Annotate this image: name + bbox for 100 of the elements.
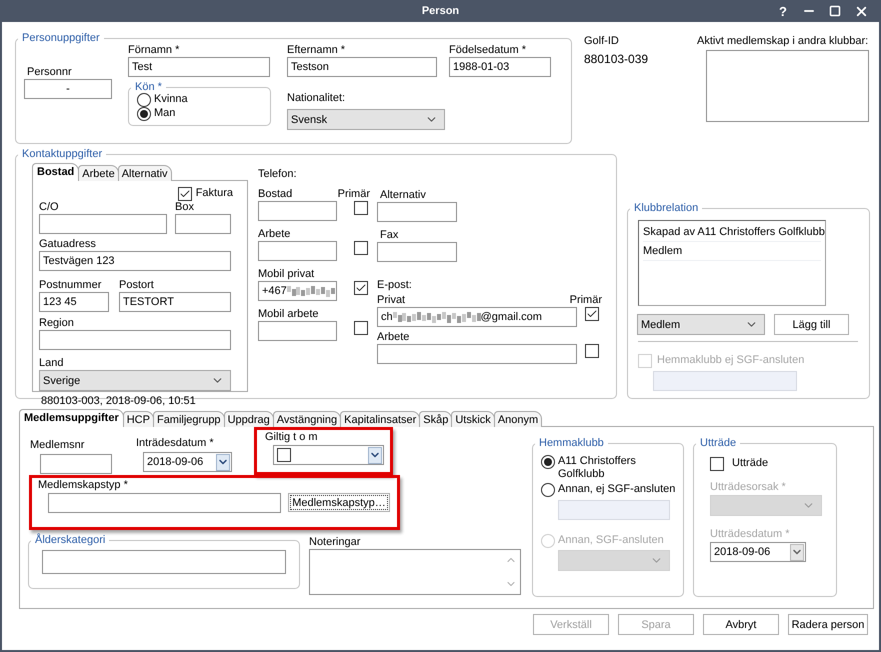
- add-button[interactable]: Lägg till: [774, 314, 849, 335]
- field-label: Bostad: [258, 188, 292, 201]
- field-label: Utträdesorsak *: [710, 481, 786, 494]
- column-label: Primär: [570, 294, 602, 307]
- tab[interactable]: Utskick: [451, 411, 495, 427]
- checkbox[interactable]: [585, 307, 599, 321]
- text-field[interactable]: [40, 454, 112, 474]
- section-label: E-post:: [377, 279, 412, 292]
- text-field[interactable]: [258, 201, 337, 221]
- check-icon: [355, 282, 367, 294]
- option-label: Man: [154, 107, 176, 120]
- text-field[interactable]: [42, 550, 286, 574]
- radio-button[interactable]: [137, 107, 151, 121]
- section-label: Telefon:: [258, 168, 297, 181]
- text-field[interactable]: Testson: [287, 57, 437, 77]
- golf-id-value: 880103-039: [584, 52, 648, 66]
- text-field[interactable]: +467: [258, 281, 337, 301]
- field-label: Postnummer: [39, 279, 102, 292]
- checkbox[interactable]: [585, 344, 599, 358]
- tab[interactable]: Arbete: [78, 165, 119, 181]
- field-label: Privat: [377, 294, 406, 307]
- field-label: Aktivt medlemskap i andra klubbar:: [697, 35, 868, 48]
- text-field[interactable]: 1988-01-03: [449, 57, 551, 77]
- text-field[interactable]: ch @gmail.com: [377, 307, 577, 327]
- tab[interactable]: Uppdrag: [224, 411, 274, 427]
- tab[interactable]: Skåp: [419, 411, 452, 427]
- text-field[interactable]: [377, 242, 457, 262]
- field-label: Inträdesdatum *: [136, 437, 214, 450]
- dialog-button[interactable]: Radera person: [788, 614, 868, 635]
- radio-button[interactable]: [541, 455, 555, 469]
- text-field[interactable]: -: [24, 79, 112, 99]
- radio-button[interactable]: [541, 483, 555, 497]
- text-field[interactable]: [258, 241, 337, 261]
- notes-field[interactable]: [309, 549, 521, 595]
- text-field[interactable]: Test: [128, 57, 270, 77]
- field-label: Efternamn *: [287, 44, 346, 57]
- checkbox[interactable]: [354, 241, 368, 255]
- text-field[interactable]: [377, 202, 457, 222]
- tab[interactable]: Anonym: [494, 411, 542, 427]
- membership-type-button[interactable]: Medlemskapstyp…: [288, 493, 390, 512]
- checkbox[interactable]: [354, 281, 368, 295]
- field-label: Fax: [380, 229, 398, 242]
- tab[interactable]: Kapitalinsatser: [340, 411, 420, 427]
- checkbox[interactable]: [710, 457, 724, 471]
- check-icon: [178, 188, 191, 200]
- dropdown[interactable]: Sverige: [39, 370, 231, 391]
- check-icon: [586, 308, 598, 320]
- text-field[interactable]: [258, 321, 337, 341]
- text-field[interactable]: 123 45: [39, 292, 109, 312]
- field-label: Alternativ: [380, 189, 426, 202]
- tab[interactable]: Bostad: [32, 163, 80, 181]
- dropdown[interactable]: Svensk: [287, 109, 445, 130]
- text-field[interactable]: [48, 493, 281, 513]
- text-field[interactable]: Testvägen 123: [39, 251, 231, 271]
- text-field[interactable]: [39, 214, 167, 234]
- date-picker[interactable]: 2018-09-06: [143, 452, 232, 472]
- tab[interactable]: HCP: [122, 411, 154, 427]
- help-button[interactable]: ?: [775, 3, 791, 19]
- list-box[interactable]: Skapad av A11 Christoffers Golfklubb Medlem: [638, 220, 826, 306]
- field-label: Giltig t o m: [265, 431, 318, 444]
- list-item[interactable]: Medlem: [643, 242, 821, 261]
- group-label: Personuppgifter: [21, 32, 101, 44]
- group-label: Kön *: [134, 81, 163, 93]
- field-label: C/O: [39, 201, 59, 214]
- checkbox[interactable]: [354, 201, 368, 215]
- tab[interactable]: Avstängning: [272, 411, 342, 427]
- column-label: Primär: [338, 188, 370, 201]
- field-label: Noteringar: [309, 536, 360, 549]
- checkbox-label: Hemmaklubb ej SGF-ansluten: [657, 354, 804, 367]
- group-label: Ålderskategori: [34, 534, 106, 546]
- tab[interactable]: Familjegrupp: [152, 411, 225, 427]
- dropdown-button[interactable]: [368, 446, 382, 464]
- group-label: Klubbrelation: [633, 202, 700, 214]
- field-label: Utträdesdatum *: [710, 528, 790, 541]
- field-label: Arbete: [258, 228, 290, 241]
- field-label: Födelsedatum *: [449, 44, 526, 57]
- tab[interactable]: Medlemsuppgifter: [19, 409, 124, 427]
- field-label: Personnr: [27, 66, 72, 79]
- date-picker[interactable]: [273, 445, 384, 465]
- text-field[interactable]: [377, 344, 577, 364]
- field-label: Gatuadress: [39, 238, 96, 251]
- checkbox[interactable]: [354, 321, 368, 335]
- text-field[interactable]: [175, 214, 231, 234]
- record-info: 880103-003, 2018-09-06, 10:51: [41, 395, 196, 407]
- text-field[interactable]: TESTORT: [119, 292, 231, 312]
- option-label: Annan, ej SGF-ansluten: [558, 483, 676, 496]
- tab[interactable]: Alternativ: [118, 165, 172, 181]
- checkbox[interactable]: [277, 448, 291, 462]
- dialog-button[interactable]: Avbryt: [703, 614, 779, 635]
- list-box[interactable]: [706, 50, 869, 122]
- checkbox-label: Faktura: [196, 187, 233, 200]
- radio-button[interactable]: [137, 93, 151, 107]
- dropdown-button[interactable]: [790, 544, 804, 560]
- dropdown-button[interactable]: [216, 454, 230, 470]
- field-label: Mobil arbete: [258, 308, 319, 321]
- maximize-icon[interactable]: [827, 3, 843, 19]
- dropdown[interactable]: Medlem: [637, 314, 765, 335]
- group-label: Hemmaklubb: [538, 437, 605, 449]
- checkbox[interactable]: [178, 187, 192, 201]
- text-field[interactable]: [39, 330, 231, 350]
